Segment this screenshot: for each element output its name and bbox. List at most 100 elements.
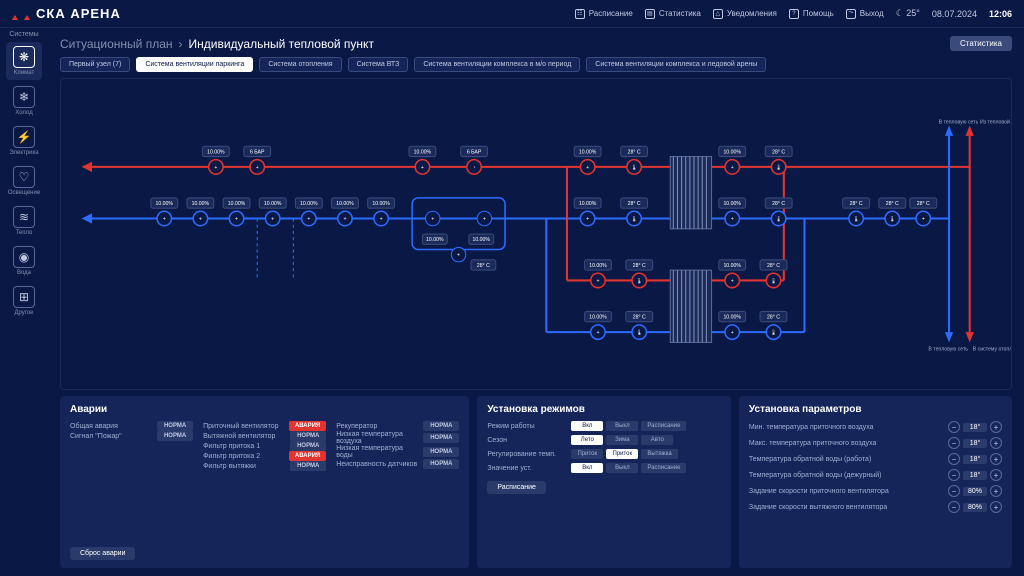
svg-text:10.00%: 10.00%	[156, 201, 174, 207]
tab-5[interactable]: Система вентиляции комплекса и ледовой а…	[586, 57, 766, 72]
stats-button[interactable]: Статистика	[950, 36, 1012, 51]
tab-3[interactable]: Система ВТЗ	[348, 57, 409, 72]
tab-0[interactable]: Первый узел (7)	[60, 57, 130, 72]
segment-button[interactable]: Приток	[571, 449, 603, 459]
sidebar-item-heat[interactable]: ≋Тепло	[6, 202, 42, 240]
schedule-button[interactable]: Расписание	[487, 481, 546, 494]
modes-title: Установка режимов	[487, 404, 721, 415]
increment-button[interactable]: +	[990, 485, 1002, 497]
increment-button[interactable]: +	[990, 469, 1002, 481]
status-badge: НОРМА	[290, 431, 326, 441]
segment-button[interactable]: Вкл	[571, 463, 603, 473]
svg-text:🌡: 🌡	[631, 164, 638, 171]
svg-text:+: +	[380, 217, 383, 223]
segment-button[interactable]: Выкл	[606, 463, 638, 473]
nav-stats[interactable]: ▤Статистика	[645, 9, 701, 19]
segment-button[interactable]: Расписание	[641, 421, 686, 431]
segment-button[interactable]: Выкл	[606, 421, 638, 431]
logo: СКА АРЕНА	[12, 6, 121, 21]
sidebar-item-electric[interactable]: ⚡Электрика	[6, 122, 42, 160]
decrement-button[interactable]: −	[948, 453, 960, 465]
increment-button[interactable]: +	[990, 501, 1002, 513]
decrement-button[interactable]: −	[948, 421, 960, 433]
reset-alarms-button[interactable]: Сброс аварии	[70, 547, 135, 560]
svg-text:28° C: 28° C	[767, 263, 780, 269]
svg-text:+: +	[343, 217, 346, 223]
svg-text:10.00%: 10.00%	[723, 263, 741, 269]
time: 12:06	[989, 9, 1012, 19]
drop-icon: ◉	[13, 246, 35, 268]
svg-text:10.00%: 10.00%	[264, 201, 282, 207]
svg-text:+: +	[731, 165, 734, 171]
sidebar-item-climate[interactable]: ❋Климат	[6, 42, 42, 80]
decrement-button[interactable]: −	[948, 469, 960, 481]
sidebar-item-lighting[interactable]: ♡Освещение	[6, 162, 42, 200]
sidebar: Системы ❋Климат ❄Холод ⚡Электрика ♡Освещ…	[0, 28, 48, 576]
segment-button[interactable]: Вкл	[571, 421, 603, 431]
chart-icon: ▤	[645, 9, 655, 19]
svg-text:+: +	[199, 217, 202, 223]
segment-button[interactable]: Авто	[641, 435, 673, 445]
svg-text:+: +	[271, 217, 274, 223]
svg-text:+: +	[163, 217, 166, 223]
fan-icon: ❋	[13, 46, 35, 68]
segment-button[interactable]: Вытяжка	[641, 449, 677, 459]
param-value: 18°	[963, 455, 987, 464]
exit-icon: ⤳	[846, 9, 856, 19]
svg-text:10.00%: 10.00%	[372, 201, 390, 207]
svg-text:🌡: 🌡	[636, 329, 643, 336]
segment-button[interactable]: Зима	[606, 435, 638, 445]
sidebar-item-water[interactable]: ◉Вода	[6, 242, 42, 280]
status-badge: НОРМА	[290, 461, 326, 471]
bulb-icon: ♡	[13, 166, 35, 188]
svg-text:10.00%: 10.00%	[426, 237, 444, 243]
alarm-row: Неисправность датчиковНОРМА	[336, 459, 459, 469]
alarm-row: Низкая температура водыНОРМА	[336, 445, 459, 459]
param-value: 18°	[963, 439, 987, 448]
increment-button[interactable]: +	[990, 453, 1002, 465]
hvac-diagram: В тепловую сеть Из тепловой сети В тепло…	[60, 78, 1012, 390]
nav-exit[interactable]: ⤳Выход	[846, 9, 884, 19]
increment-button[interactable]: +	[990, 421, 1002, 433]
nav-schedule[interactable]: ☷Расписание	[575, 9, 633, 19]
tab-2[interactable]: Система отопления	[259, 57, 341, 72]
decrement-button[interactable]: −	[948, 485, 960, 497]
svg-text:28° C: 28° C	[633, 263, 646, 269]
svg-text:28° C: 28° C	[628, 149, 641, 155]
svg-text:+: +	[731, 217, 734, 223]
mode-label: Режим работы	[487, 423, 567, 430]
decrement-button[interactable]: −	[948, 501, 960, 513]
tab-1[interactable]: Система вентиляции паркинга	[136, 57, 253, 72]
segment-button[interactable]: Приток	[606, 449, 638, 459]
svg-text:🌡: 🌡	[853, 216, 860, 223]
segment-button[interactable]: Расписание	[641, 463, 686, 473]
alarm-row: Фильтр вытяжкиНОРМА	[203, 461, 326, 471]
status-badge: НОРМА	[423, 459, 459, 469]
sidebar-item-cold[interactable]: ❄Холод	[6, 82, 42, 120]
svg-text:+: +	[731, 330, 734, 336]
logo-icon	[12, 8, 30, 20]
svg-text:10.00%: 10.00%	[589, 315, 607, 321]
alarm-row: Низкая температура воздухаНОРМА	[336, 431, 459, 445]
decrement-button[interactable]: −	[948, 437, 960, 449]
mode-row: Регулирование темп.ПритокПритокВытяжка	[487, 449, 721, 459]
nav-notifications[interactable]: △Уведомления	[713, 9, 777, 19]
svg-text:+: +	[457, 253, 460, 259]
svg-text:+: +	[596, 279, 599, 285]
nav-help[interactable]: ?Помощь	[789, 9, 834, 19]
breadcrumb-current: Индивидуальный тепловой пункт	[189, 37, 374, 51]
alarm-label: Рекуператор	[336, 423, 419, 430]
status-badge: НОРМА	[423, 447, 459, 457]
breadcrumb-parent[interactable]: Ситуационный план	[60, 37, 173, 51]
svg-text:+: +	[214, 165, 217, 171]
segment-button[interactable]: Лето	[571, 435, 603, 445]
param-label: Задание скорости вытяжного вентилятора	[749, 504, 948, 511]
increment-button[interactable]: +	[990, 437, 1002, 449]
sidebar-heading: Системы	[9, 31, 38, 38]
panel-alarms: Аварии Общая аварияНОРМАСигнал "Пожар"НО…	[60, 396, 469, 568]
svg-text:10.00%: 10.00%	[300, 201, 318, 207]
alarm-row: РекуператорНОРМА	[336, 421, 459, 431]
svg-text:+: +	[586, 165, 589, 171]
tab-4[interactable]: Система вентиляции комплекса в м/о перио…	[414, 57, 580, 72]
sidebar-item-other[interactable]: ⊞Другое	[6, 282, 42, 320]
